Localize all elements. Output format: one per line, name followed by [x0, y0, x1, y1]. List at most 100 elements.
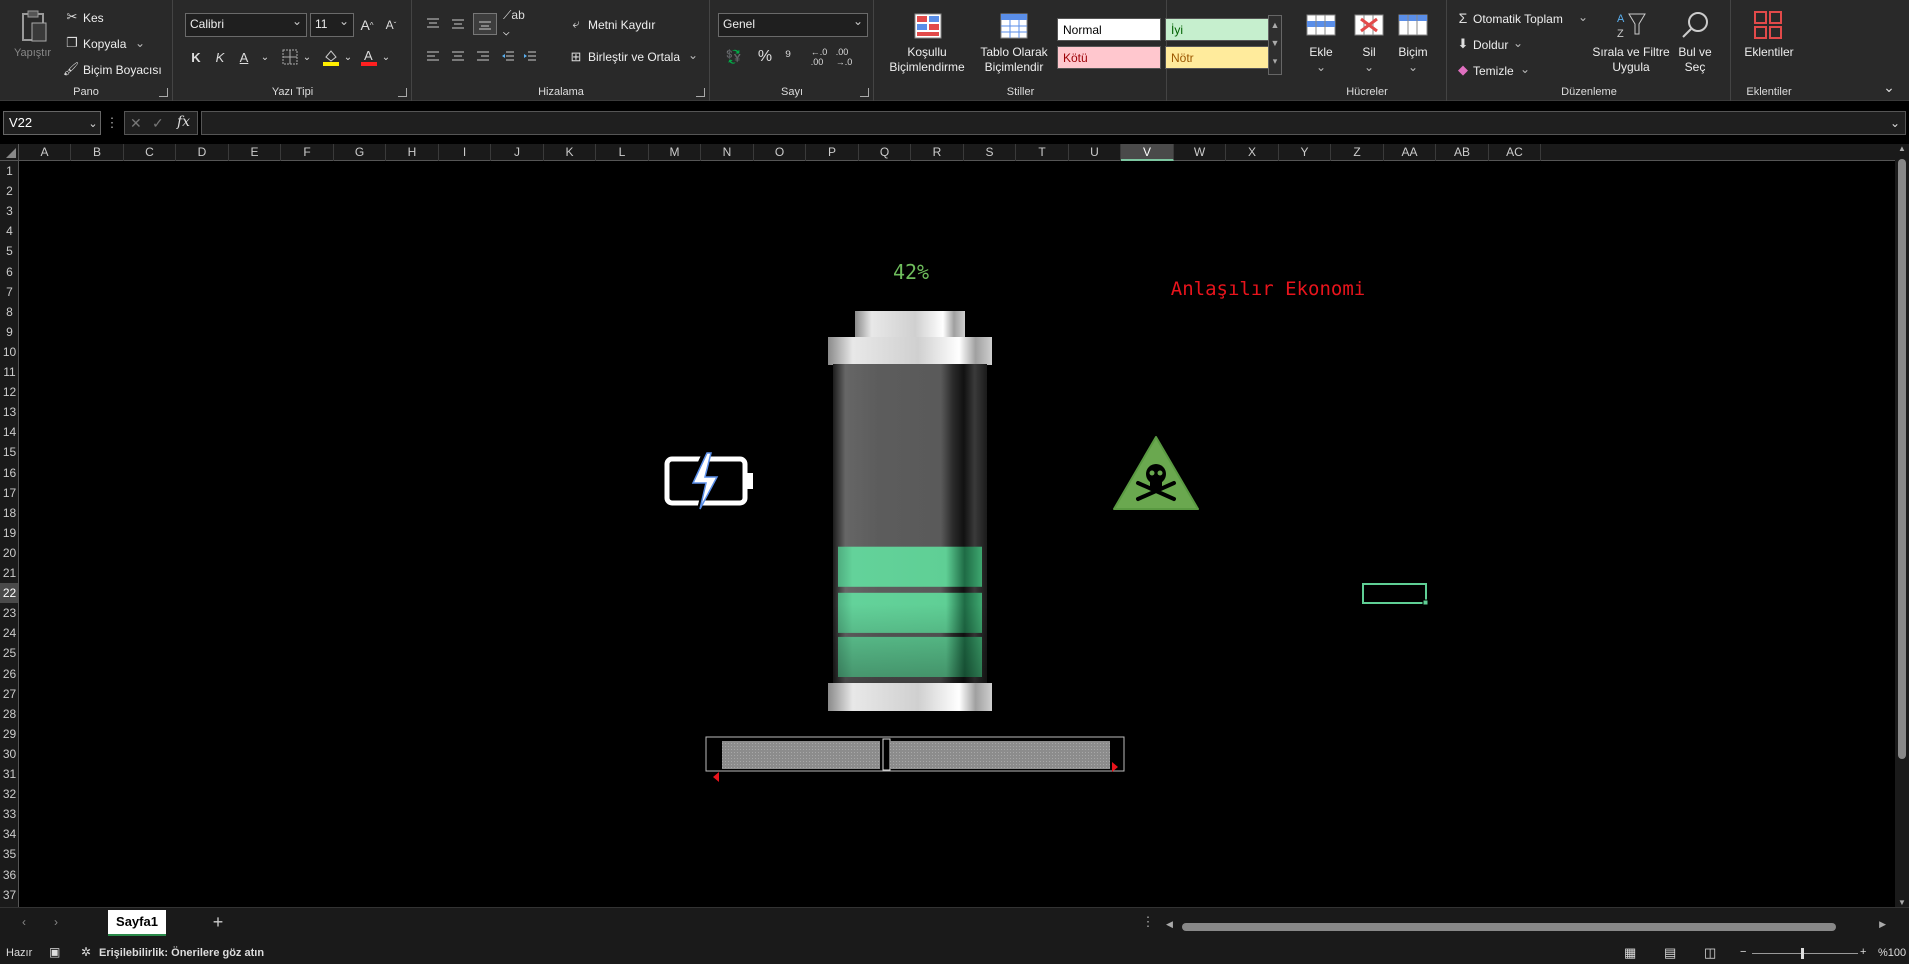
- row-header-30[interactable]: 30: [0, 744, 18, 764]
- row-header-33[interactable]: 33: [0, 804, 18, 824]
- shrink-font-icon[interactable]: Aˇ: [380, 14, 402, 36]
- merge-dropdown-icon[interactable]: ⌄: [688, 48, 698, 62]
- row-header-35[interactable]: 35: [0, 844, 18, 864]
- format-painter-button[interactable]: Biçim Boyacısı: [83, 63, 162, 77]
- row-header-9[interactable]: 9: [0, 322, 18, 342]
- row-header-21[interactable]: 21: [0, 563, 18, 583]
- addins-icon[interactable]: [1752, 9, 1784, 41]
- insert-button[interactable]: Ekle: [1296, 45, 1346, 60]
- collapse-ribbon-icon[interactable]: ⌄: [1880, 78, 1898, 96]
- column-header-u[interactable]: U: [1069, 144, 1121, 161]
- copy-button[interactable]: Kopyala: [83, 37, 126, 51]
- comma-button[interactable]: ⁹: [778, 47, 798, 67]
- font-size-select[interactable]: 11: [310, 13, 354, 37]
- column-header-z[interactable]: Z: [1331, 144, 1384, 161]
- column-header-j[interactable]: J: [491, 144, 544, 161]
- clipboard-launcher-icon[interactable]: [159, 88, 168, 97]
- scroll-left-icon[interactable]: ◀: [1166, 919, 1173, 930]
- wrap-text-icon[interactable]: ⤶: [568, 16, 584, 32]
- column-header-d[interactable]: D: [176, 144, 229, 161]
- row-header-13[interactable]: 13: [0, 402, 18, 422]
- more-options-icon[interactable]: ⋮: [106, 113, 119, 133]
- copy-icon[interactable]: ❐: [65, 35, 79, 50]
- column-header-g[interactable]: G: [334, 144, 386, 161]
- conditional-formatting-icon[interactable]: [911, 10, 945, 42]
- merge-center-icon[interactable]: ⊞: [568, 49, 584, 65]
- font-color-dropdown-icon[interactable]: ⌄: [380, 47, 392, 67]
- worksheet-canvas[interactable]: 42% Anlaşılır Ekonomi: [20, 161, 1895, 907]
- row-header-15[interactable]: 15: [0, 442, 18, 462]
- column-header-h[interactable]: H: [386, 144, 439, 161]
- autosum-button[interactable]: Otomatik Toplam: [1473, 12, 1563, 26]
- row-header-14[interactable]: 14: [0, 422, 18, 442]
- align-top-icon[interactable]: [423, 14, 443, 32]
- format-dropdown-icon[interactable]: ⌄: [1388, 60, 1438, 75]
- increase-indent-icon[interactable]: [520, 47, 540, 65]
- row-header-2[interactable]: 2: [0, 181, 18, 201]
- zoom-out-icon[interactable]: −: [1740, 946, 1746, 958]
- merge-center-button[interactable]: Birleştir ve Ortala: [588, 50, 680, 64]
- scissors-icon[interactable]: ✂: [65, 9, 79, 24]
- row-header-23[interactable]: 23: [0, 603, 18, 623]
- percent-button[interactable]: %: [754, 47, 776, 67]
- row-header-17[interactable]: 17: [0, 483, 18, 503]
- row-header-5[interactable]: 5: [0, 241, 18, 261]
- cell-style-bad[interactable]: Kötü: [1057, 46, 1161, 69]
- gallery-more-icon[interactable]: ▾: [1269, 52, 1281, 70]
- row-header-12[interactable]: 12: [0, 382, 18, 402]
- autosum-dropdown-icon[interactable]: ⌄: [1578, 10, 1588, 24]
- underline-button[interactable]: A: [234, 47, 254, 67]
- column-header-e[interactable]: E: [229, 144, 281, 161]
- alignment-launcher-icon[interactable]: [696, 88, 705, 97]
- column-header-x[interactable]: X: [1226, 144, 1279, 161]
- vertical-scroll-thumb[interactable]: [1898, 159, 1906, 759]
- page-layout-icon[interactable]: ▤: [1664, 945, 1676, 961]
- fill-color-icon[interactable]: [320, 47, 342, 67]
- insert-dropdown-icon[interactable]: ⌄: [1296, 60, 1346, 75]
- decrease-indent-icon[interactable]: [498, 47, 518, 65]
- clear-dropdown-icon[interactable]: ⌄: [1520, 62, 1530, 76]
- scroll-left-arrow-icon[interactable]: [713, 772, 719, 782]
- fill-button[interactable]: Doldur: [1473, 38, 1508, 52]
- font-name-select[interactable]: Calibri: [185, 13, 307, 37]
- cut-button[interactable]: Kes: [83, 11, 104, 25]
- row-header-4[interactable]: 4: [0, 221, 18, 241]
- row-header-31[interactable]: 31: [0, 764, 18, 784]
- format-cells-icon[interactable]: [1396, 10, 1430, 40]
- format-button[interactable]: Biçim: [1388, 45, 1438, 60]
- row-header-36[interactable]: 36: [0, 865, 18, 885]
- column-header-i[interactable]: I: [439, 144, 491, 161]
- row-header-3[interactable]: 3: [0, 201, 18, 221]
- fill-down-icon[interactable]: ⬇: [1455, 36, 1471, 52]
- increase-decimal-icon[interactable]: ←.0.00: [808, 47, 830, 67]
- fill-handle[interactable]: [1422, 599, 1429, 606]
- column-header-k[interactable]: K: [544, 144, 596, 161]
- expand-formula-icon[interactable]: ⌄: [1886, 113, 1904, 133]
- column-header-f[interactable]: F: [281, 144, 334, 161]
- borders-dropdown-icon[interactable]: ⌄: [301, 47, 313, 67]
- row-header-27[interactable]: 27: [0, 684, 18, 704]
- horizontal-scroll-thumb[interactable]: [1182, 923, 1836, 931]
- column-header-l[interactable]: L: [596, 144, 649, 161]
- sort-filter-icon[interactable]: AZ: [1613, 8, 1649, 42]
- sheet-tab-sayfa1[interactable]: Sayfa1: [108, 910, 166, 936]
- find-select-button[interactable]: Bul ve Seç: [1670, 45, 1720, 75]
- number-launcher-icon[interactable]: [860, 88, 869, 97]
- align-bottom-icon[interactable]: [473, 13, 497, 35]
- row-header-25[interactable]: 25: [0, 643, 18, 663]
- column-header-v[interactable]: V: [1121, 144, 1174, 161]
- column-header-o[interactable]: O: [754, 144, 806, 161]
- next-sheet-icon[interactable]: ›: [48, 914, 64, 930]
- row-header-19[interactable]: 19: [0, 523, 18, 543]
- align-right-icon[interactable]: [473, 47, 493, 65]
- underline-dropdown-icon[interactable]: ⌄: [258, 47, 272, 67]
- orientation-icon[interactable]: ⟋ab ⌄: [503, 8, 533, 37]
- select-all-button[interactable]: [0, 144, 19, 161]
- name-box-dropdown-icon[interactable]: ⌄: [86, 113, 100, 133]
- column-header-ab[interactable]: AB: [1436, 144, 1489, 161]
- zoom-slider[interactable]: [1752, 953, 1858, 954]
- grow-font-icon[interactable]: A ^: [356, 14, 378, 36]
- column-header-q[interactable]: Q: [859, 144, 911, 161]
- column-header-a[interactable]: A: [19, 144, 71, 161]
- fill-color-dropdown-icon[interactable]: ⌄: [342, 47, 354, 67]
